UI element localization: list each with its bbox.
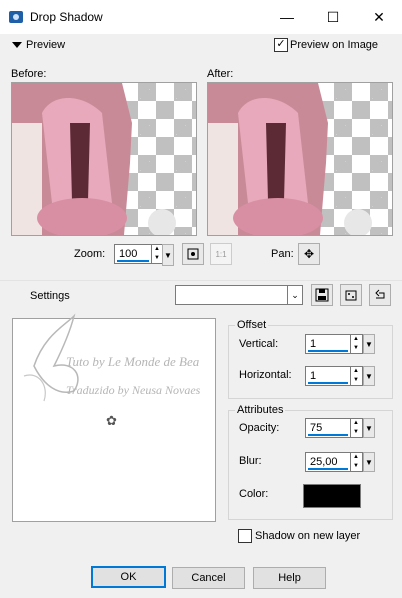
spin-down-icon[interactable]: ▼ <box>351 376 361 385</box>
checkmark-icon: ✓ <box>276 38 286 50</box>
spin-down-icon[interactable]: ▼ <box>351 462 361 471</box>
after-label: After: <box>207 68 234 80</box>
after-image <box>208 83 372 235</box>
blur-spin-buttons[interactable]: ▲ ▼ <box>350 453 361 471</box>
vertical-dropdown-button[interactable]: ▼ <box>363 334 375 354</box>
maximize-button[interactable]: ☐ <box>310 0 356 34</box>
reset-icon <box>375 289 385 299</box>
opacity-dropdown-button[interactable]: ▼ <box>363 418 375 438</box>
settings-preset-combobox[interactable] <box>175 285 289 305</box>
zoom-actual-size-button[interactable]: 1:1 <box>210 243 232 265</box>
horizontal-value[interactable]: 1 <box>310 370 316 382</box>
vertical-spinner[interactable]: 1 ▲ ▼ <box>305 334 363 354</box>
zoom-spinner[interactable]: 100 ▲ ▼ <box>114 244 164 264</box>
blur-value[interactable]: 25,00 <box>310 456 338 468</box>
transparency-checker <box>208 83 392 235</box>
offset-group-label: Offset <box>235 319 269 331</box>
divider <box>0 280 402 281</box>
preview-on-image-label: Preview on Image <box>290 39 379 51</box>
help-button[interactable]: Help <box>253 567 326 589</box>
minimize-icon: — <box>280 9 294 25</box>
spin-down-icon[interactable]: ▼ <box>152 254 162 263</box>
horizontal-underline <box>308 382 348 384</box>
collapse-triangle-icon[interactable] <box>12 42 22 48</box>
save-icon <box>315 288 329 302</box>
chevron-down-icon: ▼ <box>365 457 373 467</box>
spin-up-icon[interactable]: ▲ <box>152 245 162 254</box>
vertical-label: Vertical: <box>239 338 279 350</box>
shadow-on-new-layer-label: Shadow on new layer <box>255 530 361 542</box>
maximize-icon: ☐ <box>326 8 340 25</box>
ok-button[interactable]: OK <box>91 566 166 588</box>
spin-up-icon[interactable]: ▲ <box>351 335 361 344</box>
zoom-fit-icon <box>187 248 199 260</box>
zoom-label: Zoom: <box>74 248 106 260</box>
watermark-line-1: Tuto by Le Monde de Bea <box>66 354 200 369</box>
before-preview[interactable] <box>11 82 197 236</box>
spin-up-icon[interactable]: ▲ <box>351 419 361 428</box>
blur-spinner[interactable]: 25,00 ▲ ▼ <box>305 452 363 472</box>
horizontal-dropdown-button[interactable]: ▼ <box>363 366 375 386</box>
shadow-on-new-layer-checkbox[interactable] <box>238 529 252 543</box>
watermark-line-2: Traduzido by Neusa Novaes <box>66 383 201 397</box>
preview-toggle-label[interactable]: Preview <box>26 39 65 51</box>
app-icon <box>8 9 24 25</box>
opacity-value[interactable]: 75 <box>310 422 322 434</box>
chevron-down-icon: ▼ <box>365 371 373 381</box>
zoom-spin-buttons[interactable]: ▲ ▼ <box>151 245 162 263</box>
opacity-label: Opacity: <box>239 422 280 434</box>
offset-crosshair-icon[interactable]: ✿ <box>106 413 117 429</box>
vertical-spin-buttons[interactable]: ▲ ▼ <box>350 335 361 353</box>
reset-button[interactable] <box>369 284 391 306</box>
horizontal-spinner[interactable]: 1 ▲ ▼ <box>305 366 363 386</box>
attributes-group-label: Attributes <box>235 404 286 416</box>
window-title: Drop Shadow <box>30 10 103 24</box>
vertical-underline <box>308 350 348 352</box>
opacity-underline <box>308 434 348 436</box>
close-button[interactable]: ✕ <box>356 0 402 34</box>
zoom-fit-button[interactable] <box>182 243 204 265</box>
horizontal-spin-buttons[interactable]: ▲ ▼ <box>350 367 361 385</box>
chevron-down-icon: ▼ <box>164 250 172 260</box>
blur-underline <box>308 468 348 470</box>
settings-label: Settings <box>30 290 70 302</box>
pan-button[interactable]: ✥ <box>298 243 320 265</box>
spin-down-icon[interactable]: ▼ <box>351 428 361 437</box>
blur-dropdown-button[interactable]: ▼ <box>363 452 375 472</box>
spin-up-icon[interactable]: ▲ <box>351 453 361 462</box>
opacity-spin-buttons[interactable]: ▲ ▼ <box>350 419 361 437</box>
pan-label: Pan: <box>271 248 294 260</box>
chevron-down-icon: ⌄ <box>291 289 299 300</box>
zoom-dropdown-button[interactable]: ▼ <box>162 244 174 266</box>
actual-size-icon: 1:1 <box>215 249 227 259</box>
transparency-checker <box>12 83 196 235</box>
blur-label: Blur: <box>239 455 262 467</box>
preset-dropdown-button[interactable]: ⌄ <box>287 285 303 305</box>
spin-down-icon[interactable]: ▼ <box>351 344 361 353</box>
opacity-spinner[interactable]: 75 ▲ ▼ <box>305 418 363 438</box>
dice-icon <box>345 290 357 301</box>
before-image <box>12 83 176 235</box>
randomize-button[interactable] <box>340 284 362 306</box>
zoom-underline <box>117 260 149 262</box>
save-preset-button[interactable] <box>311 284 333 306</box>
cancel-button[interactable]: Cancel <box>172 567 245 589</box>
spin-up-icon[interactable]: ▲ <box>351 367 361 376</box>
color-swatch[interactable] <box>303 484 361 508</box>
minimize-button[interactable]: — <box>264 0 310 34</box>
color-label: Color: <box>239 488 269 500</box>
after-preview[interactable] <box>207 82 393 236</box>
close-icon: ✕ <box>373 8 385 25</box>
vertical-value[interactable]: 1 <box>310 338 316 350</box>
chevron-down-icon: ▼ <box>365 339 373 349</box>
zoom-value[interactable]: 100 <box>119 248 137 260</box>
horizontal-label: Horizontal: <box>239 369 292 381</box>
before-label: Before: <box>11 68 47 80</box>
move-icon: ✥ <box>303 247 315 261</box>
chevron-down-icon: ▼ <box>365 423 373 433</box>
